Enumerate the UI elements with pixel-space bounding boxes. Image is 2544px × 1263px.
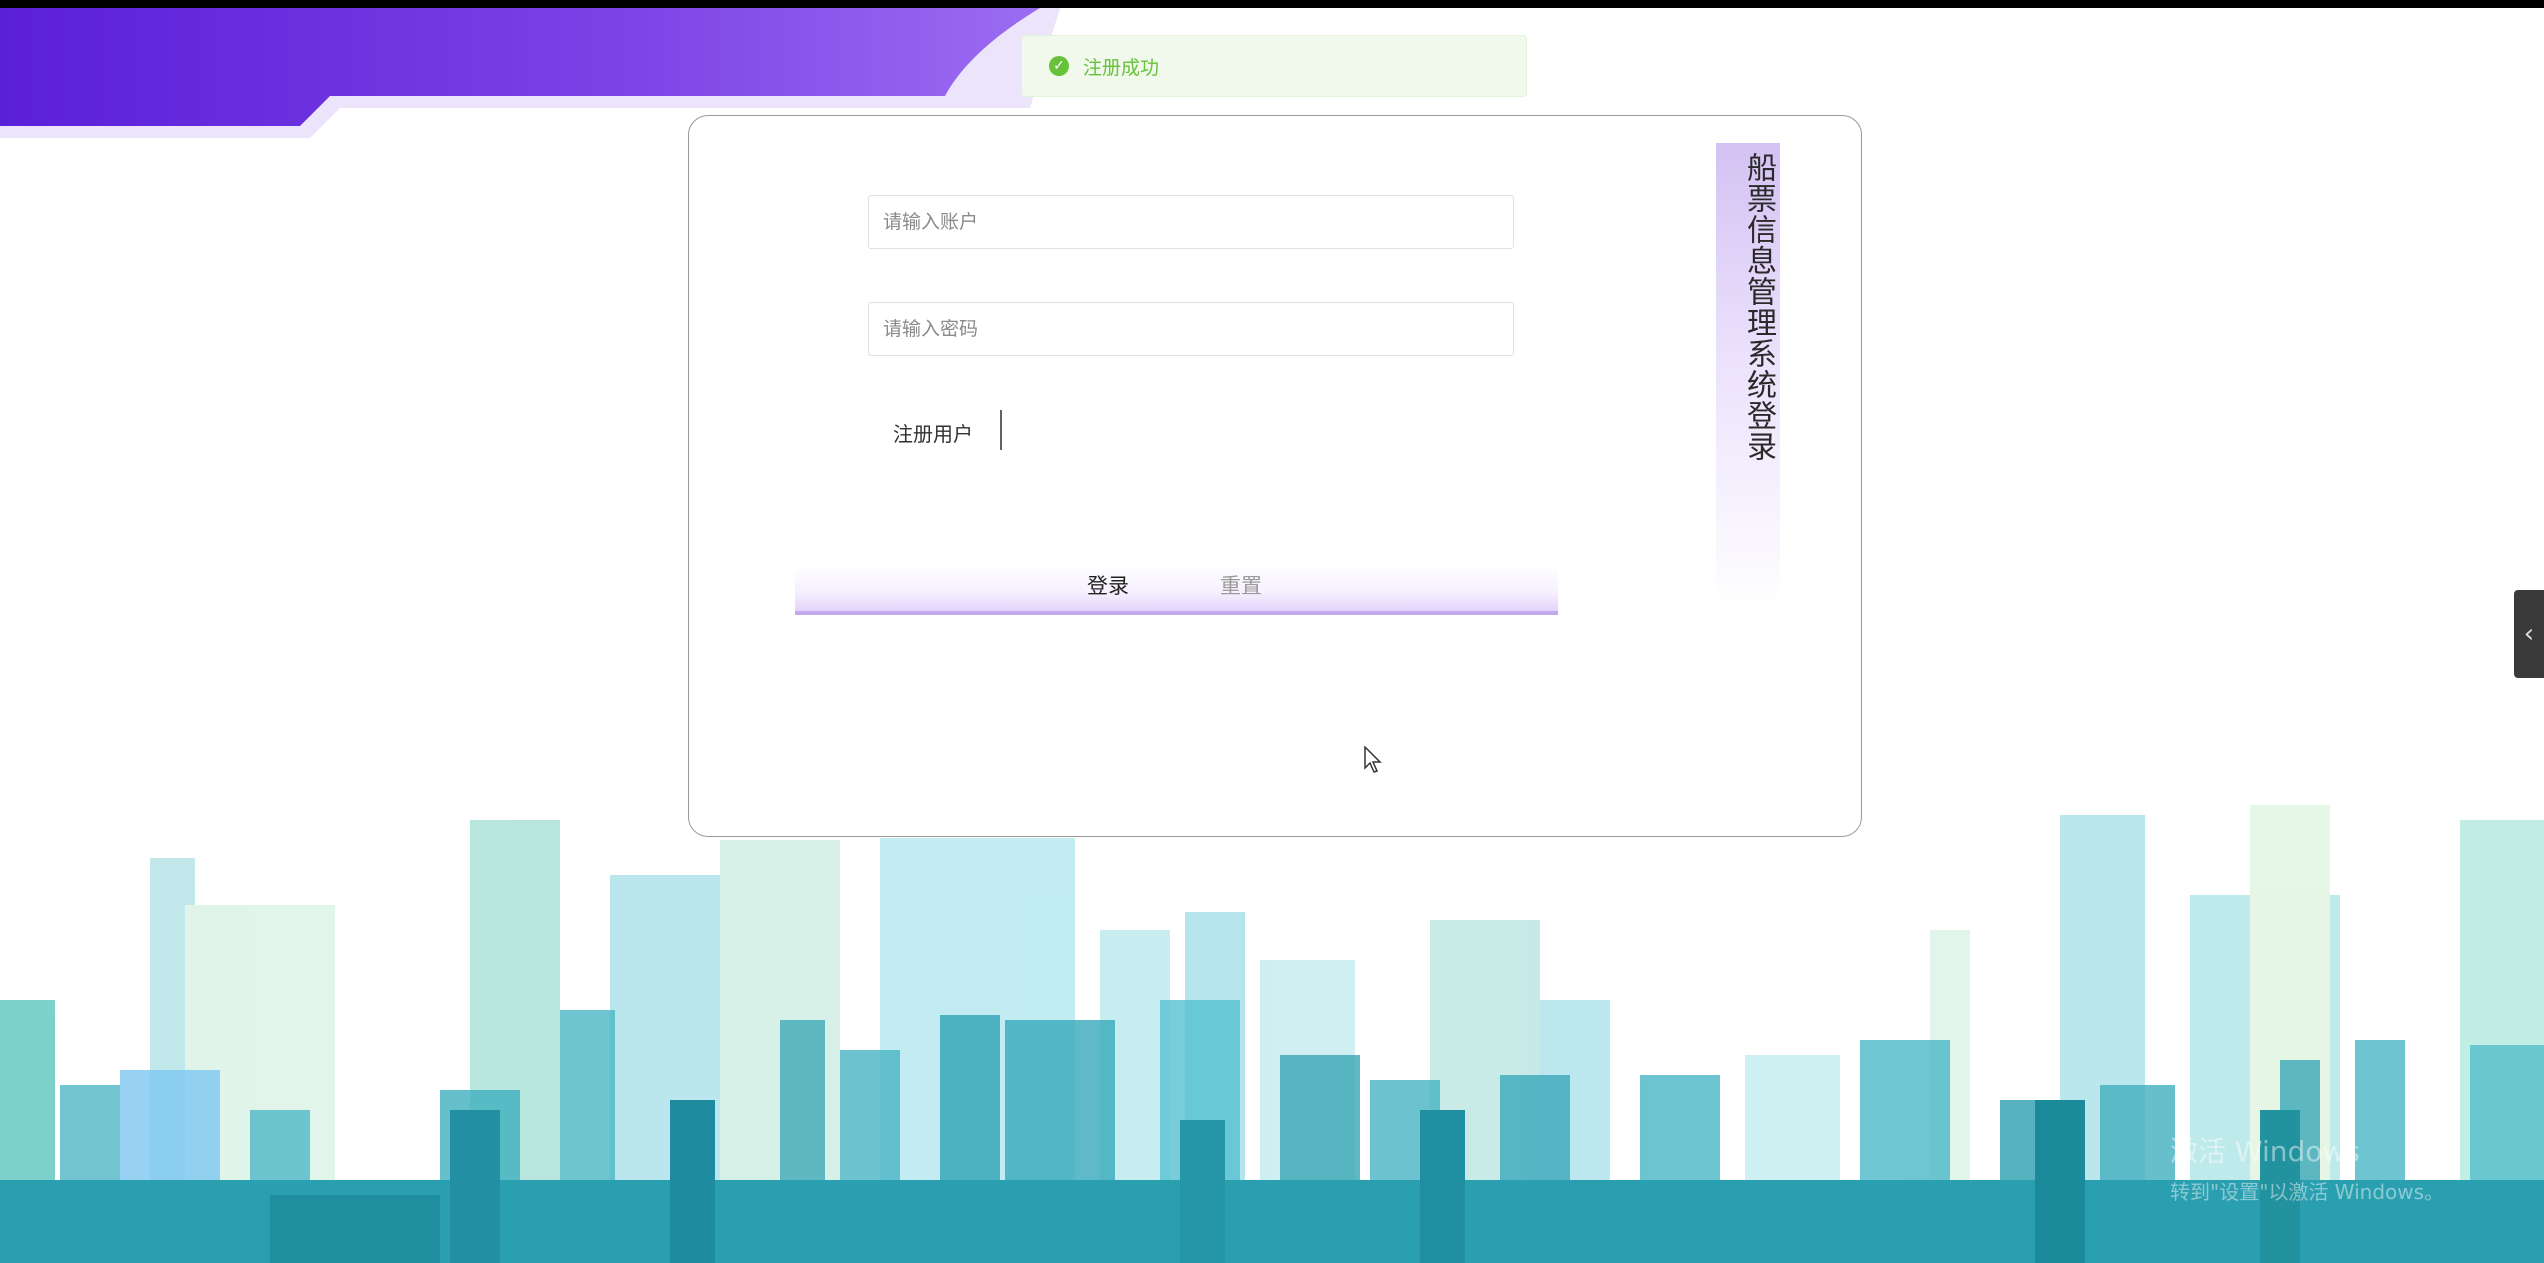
register-divider [1000,410,1002,450]
watermark-line2: 转到"设置"以激活 Windows。 [2170,1180,2445,1204]
mouse-cursor-icon [1364,746,1382,773]
success-check-icon: ✓ [1049,56,1069,76]
reset-button[interactable]: 重置 [1220,570,1262,600]
login-button[interactable]: 登录 [1087,570,1129,600]
password-input[interactable] [868,302,1514,356]
watermark-line1: 激活 Windows [2170,1135,2360,1168]
button-bar [795,565,1558,615]
page-title: 船票信息管理系统登录 [1741,152,1776,462]
account-input[interactable] [868,195,1514,249]
side-drawer-handle[interactable]: ‹ [2514,590,2544,678]
register-user-link[interactable]: 注册用户 [893,418,973,447]
chevron-left-icon: ‹ [2523,619,2535,649]
windows-activation-watermark: 激活 Windows 转到"设置"以激活 Windows。 [2170,1130,2444,1205]
success-toast: ✓ 注册成功 [1021,35,1527,97]
toast-message: 注册成功 [1083,56,1160,79]
